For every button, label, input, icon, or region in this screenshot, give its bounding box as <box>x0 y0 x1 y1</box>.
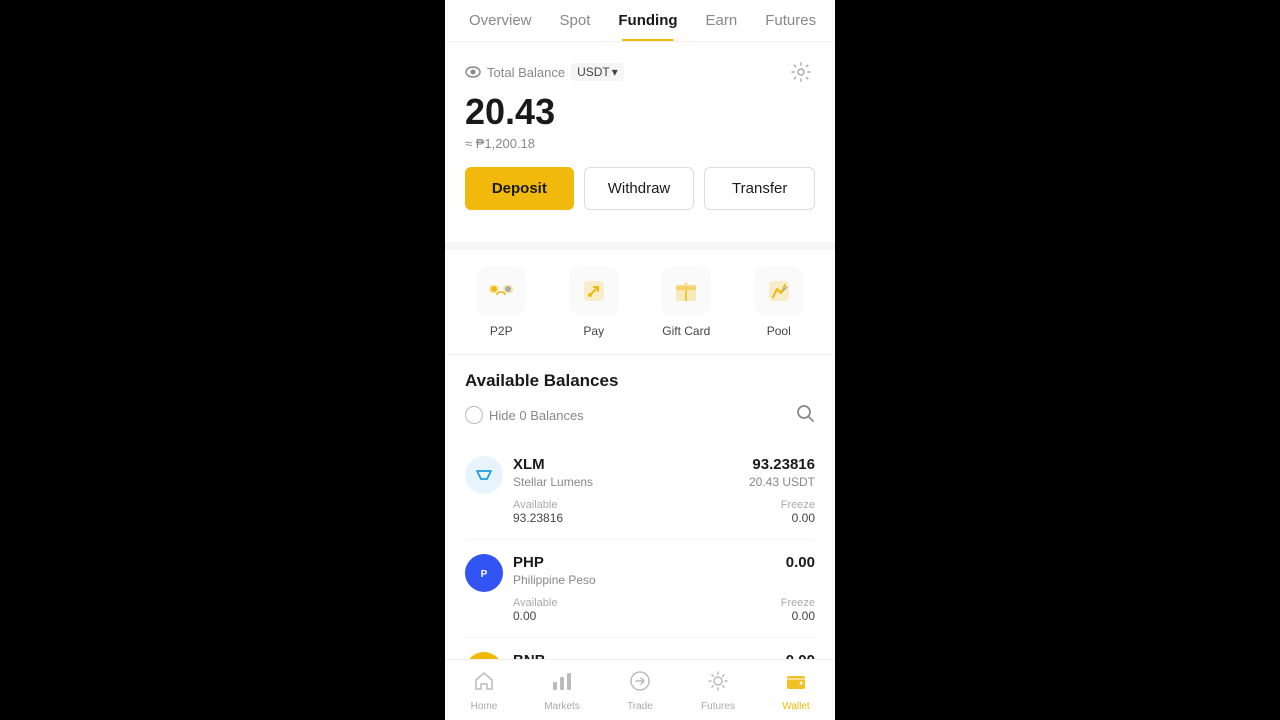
bottom-nav-futures[interactable]: Futures <box>679 666 757 716</box>
xlm-fullname: Stellar Lumens <box>513 475 593 489</box>
hide-zero-label: Hide 0 Balances <box>489 408 584 423</box>
search-button[interactable] <box>795 403 815 428</box>
trade-label: Trade <box>627 701 653 712</box>
currency-badge[interactable]: USDT ▾ <box>571 63 624 81</box>
transfer-button[interactable]: Transfer <box>704 167 815 210</box>
xlm-symbol: XLM <box>513 456 545 473</box>
quick-action-p2p[interactable]: P2P <box>466 266 536 338</box>
eye-icon[interactable] <box>465 64 481 80</box>
home-label: Home <box>471 701 498 712</box>
balance-fiat: ≈ ₱1,200.18 <box>465 136 815 151</box>
php-info: PHP 0.00 Philippine Peso Available 0.00 … <box>513 554 815 623</box>
php-freeze-label: Freeze <box>781 597 815 609</box>
wallet-label: Wallet <box>782 701 809 712</box>
top-navigation: Overview Spot Funding Earn Futures <box>445 0 835 42</box>
p2p-icon <box>476 266 526 316</box>
quick-action-pool[interactable]: Pool <box>744 266 814 338</box>
svg-text:P: P <box>481 569 488 580</box>
balance-value: 20.43 <box>465 92 815 132</box>
withdraw-button[interactable]: Withdraw <box>584 167 695 210</box>
coin-row-php[interactable]: P PHP 0.00 Philippine Peso Available 0. <box>465 540 815 638</box>
giftcard-icon <box>661 266 711 316</box>
xlm-info: XLM 93.23816 Stellar Lumens 20.43 USDT A… <box>513 456 815 525</box>
quick-action-giftcard[interactable]: Gift Card <box>651 266 721 338</box>
xlm-freeze-label: Freeze <box>781 499 815 511</box>
bnb-info: BNB 0.00 BNB <box>513 652 815 659</box>
home-icon <box>473 670 495 698</box>
bottom-navigation: Home Markets Trade <box>445 659 835 720</box>
xlm-available-label: Available <box>513 499 563 511</box>
quick-actions: P2P Pay <box>445 250 835 355</box>
coin-row-xlm[interactable]: XLM 93.23816 Stellar Lumens 20.43 USDT A… <box>465 442 815 540</box>
xlm-icon <box>465 456 503 494</box>
filter-row: Hide 0 Balances <box>465 403 815 428</box>
total-balance-label: Total Balance <box>487 65 565 80</box>
coin-row-bnb[interactable]: BNB 0.00 BNB <box>465 638 815 659</box>
bnb-symbol: BNB <box>513 652 546 659</box>
php-fullname: Philippine Peso <box>513 573 596 587</box>
futures-label: Futures <box>701 701 735 712</box>
pool-icon <box>754 266 804 316</box>
php-available-label: Available <box>513 597 557 609</box>
trade-icon <box>629 670 651 698</box>
balance-section: Total Balance USDT ▾ 20.43 ≈ ₱1,200.18 D… <box>445 42 835 226</box>
wallet-icon <box>785 670 807 698</box>
hide-zero-toggle[interactable]: Hide 0 Balances <box>465 406 584 424</box>
bottom-nav-wallet[interactable]: Wallet <box>757 666 835 716</box>
tab-overview[interactable]: Overview <box>455 0 546 41</box>
futures-icon <box>707 670 729 698</box>
markets-icon <box>551 670 573 698</box>
tab-funding[interactable]: Funding <box>604 0 691 41</box>
php-available-value: 0.00 <box>513 609 557 623</box>
xlm-freeze-value: 0.00 <box>781 511 815 525</box>
quick-action-pay[interactable]: Pay <box>559 266 629 338</box>
action-buttons: Deposit Withdraw Transfer <box>465 167 815 210</box>
php-balance: 0.00 <box>786 554 815 571</box>
giftcard-label: Gift Card <box>662 324 710 338</box>
pool-label: Pool <box>767 324 791 338</box>
deposit-button[interactable]: Deposit <box>465 167 574 210</box>
p2p-label: P2P <box>490 324 513 338</box>
bnb-icon <box>465 652 503 659</box>
settings-icon[interactable] <box>787 58 815 86</box>
main-content: Total Balance USDT ▾ 20.43 ≈ ₱1,200.18 D… <box>445 42 835 659</box>
balances-section: Available Balances Hide 0 Balances <box>445 355 835 659</box>
toggle-circle-icon <box>465 406 483 424</box>
markets-label: Markets <box>544 701 580 712</box>
tab-spot[interactable]: Spot <box>546 0 605 41</box>
xlm-usdt-value: 20.43 USDT <box>749 475 815 489</box>
xlm-balance: 93.23816 <box>752 456 815 473</box>
balances-title: Available Balances <box>465 371 815 391</box>
pay-icon <box>569 266 619 316</box>
section-divider <box>445 242 835 250</box>
bnb-balance: 0.00 <box>786 652 815 659</box>
tab-futures[interactable]: Futures <box>751 0 830 41</box>
pay-label: Pay <box>583 324 604 338</box>
bottom-nav-home[interactable]: Home <box>445 666 523 716</box>
php-freeze-value: 0.00 <box>781 609 815 623</box>
bottom-nav-markets[interactable]: Markets <box>523 666 601 716</box>
tab-earn[interactable]: Earn <box>692 0 752 41</box>
xlm-available-value: 93.23816 <box>513 511 563 525</box>
php-symbol: PHP <box>513 554 544 571</box>
php-icon: P <box>465 554 503 592</box>
bottom-nav-trade[interactable]: Trade <box>601 666 679 716</box>
